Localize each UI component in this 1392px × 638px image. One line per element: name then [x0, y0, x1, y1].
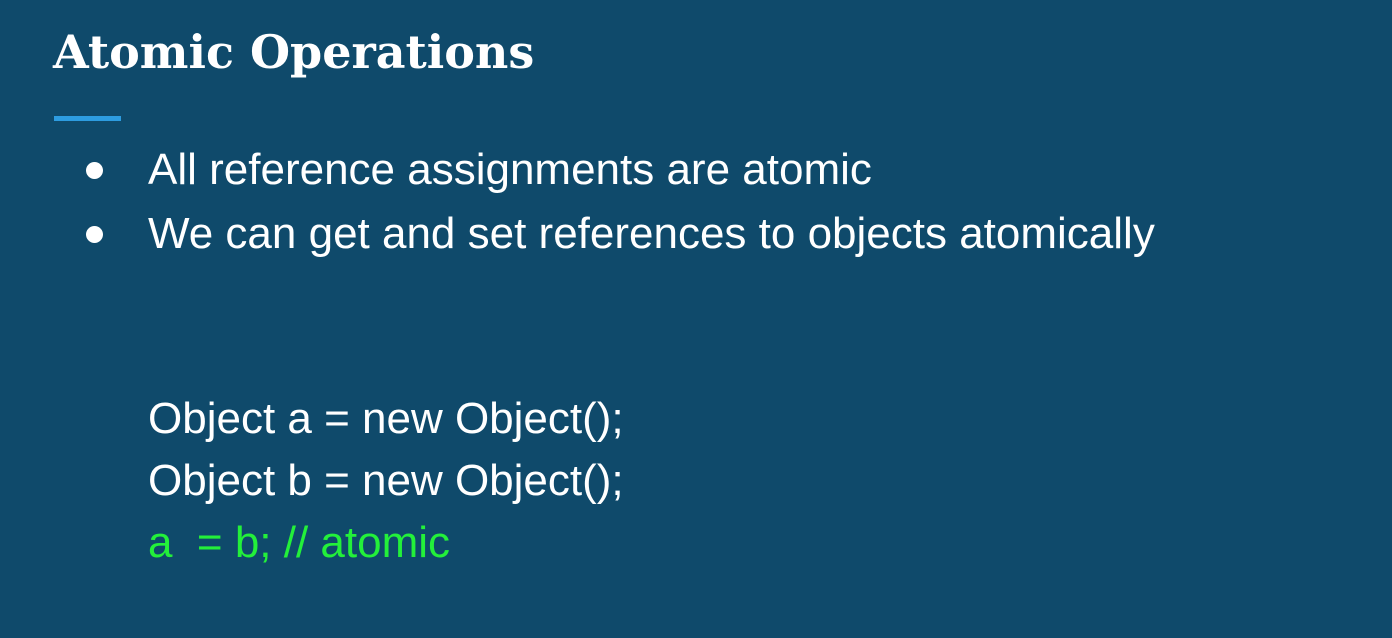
title-underline-rule: [54, 116, 121, 121]
slide-title: Atomic Operations: [53, 25, 535, 79]
code-block: Object a = new Object(); Object b = new …: [148, 388, 624, 574]
code-line: Object b = new Object();: [148, 456, 624, 505]
bullet-text: All reference assignments are atomic: [148, 145, 872, 194]
bullet-dot-icon: [86, 226, 103, 243]
code-line-highlighted: a = b; // atomic: [148, 518, 451, 567]
bullet-text: We can get and set references to objects…: [148, 209, 1155, 258]
slide: Atomic Operations All reference assignme…: [0, 0, 1392, 638]
code-line: Object a = new Object();: [148, 394, 624, 443]
bullet-dot-icon: [86, 162, 103, 179]
